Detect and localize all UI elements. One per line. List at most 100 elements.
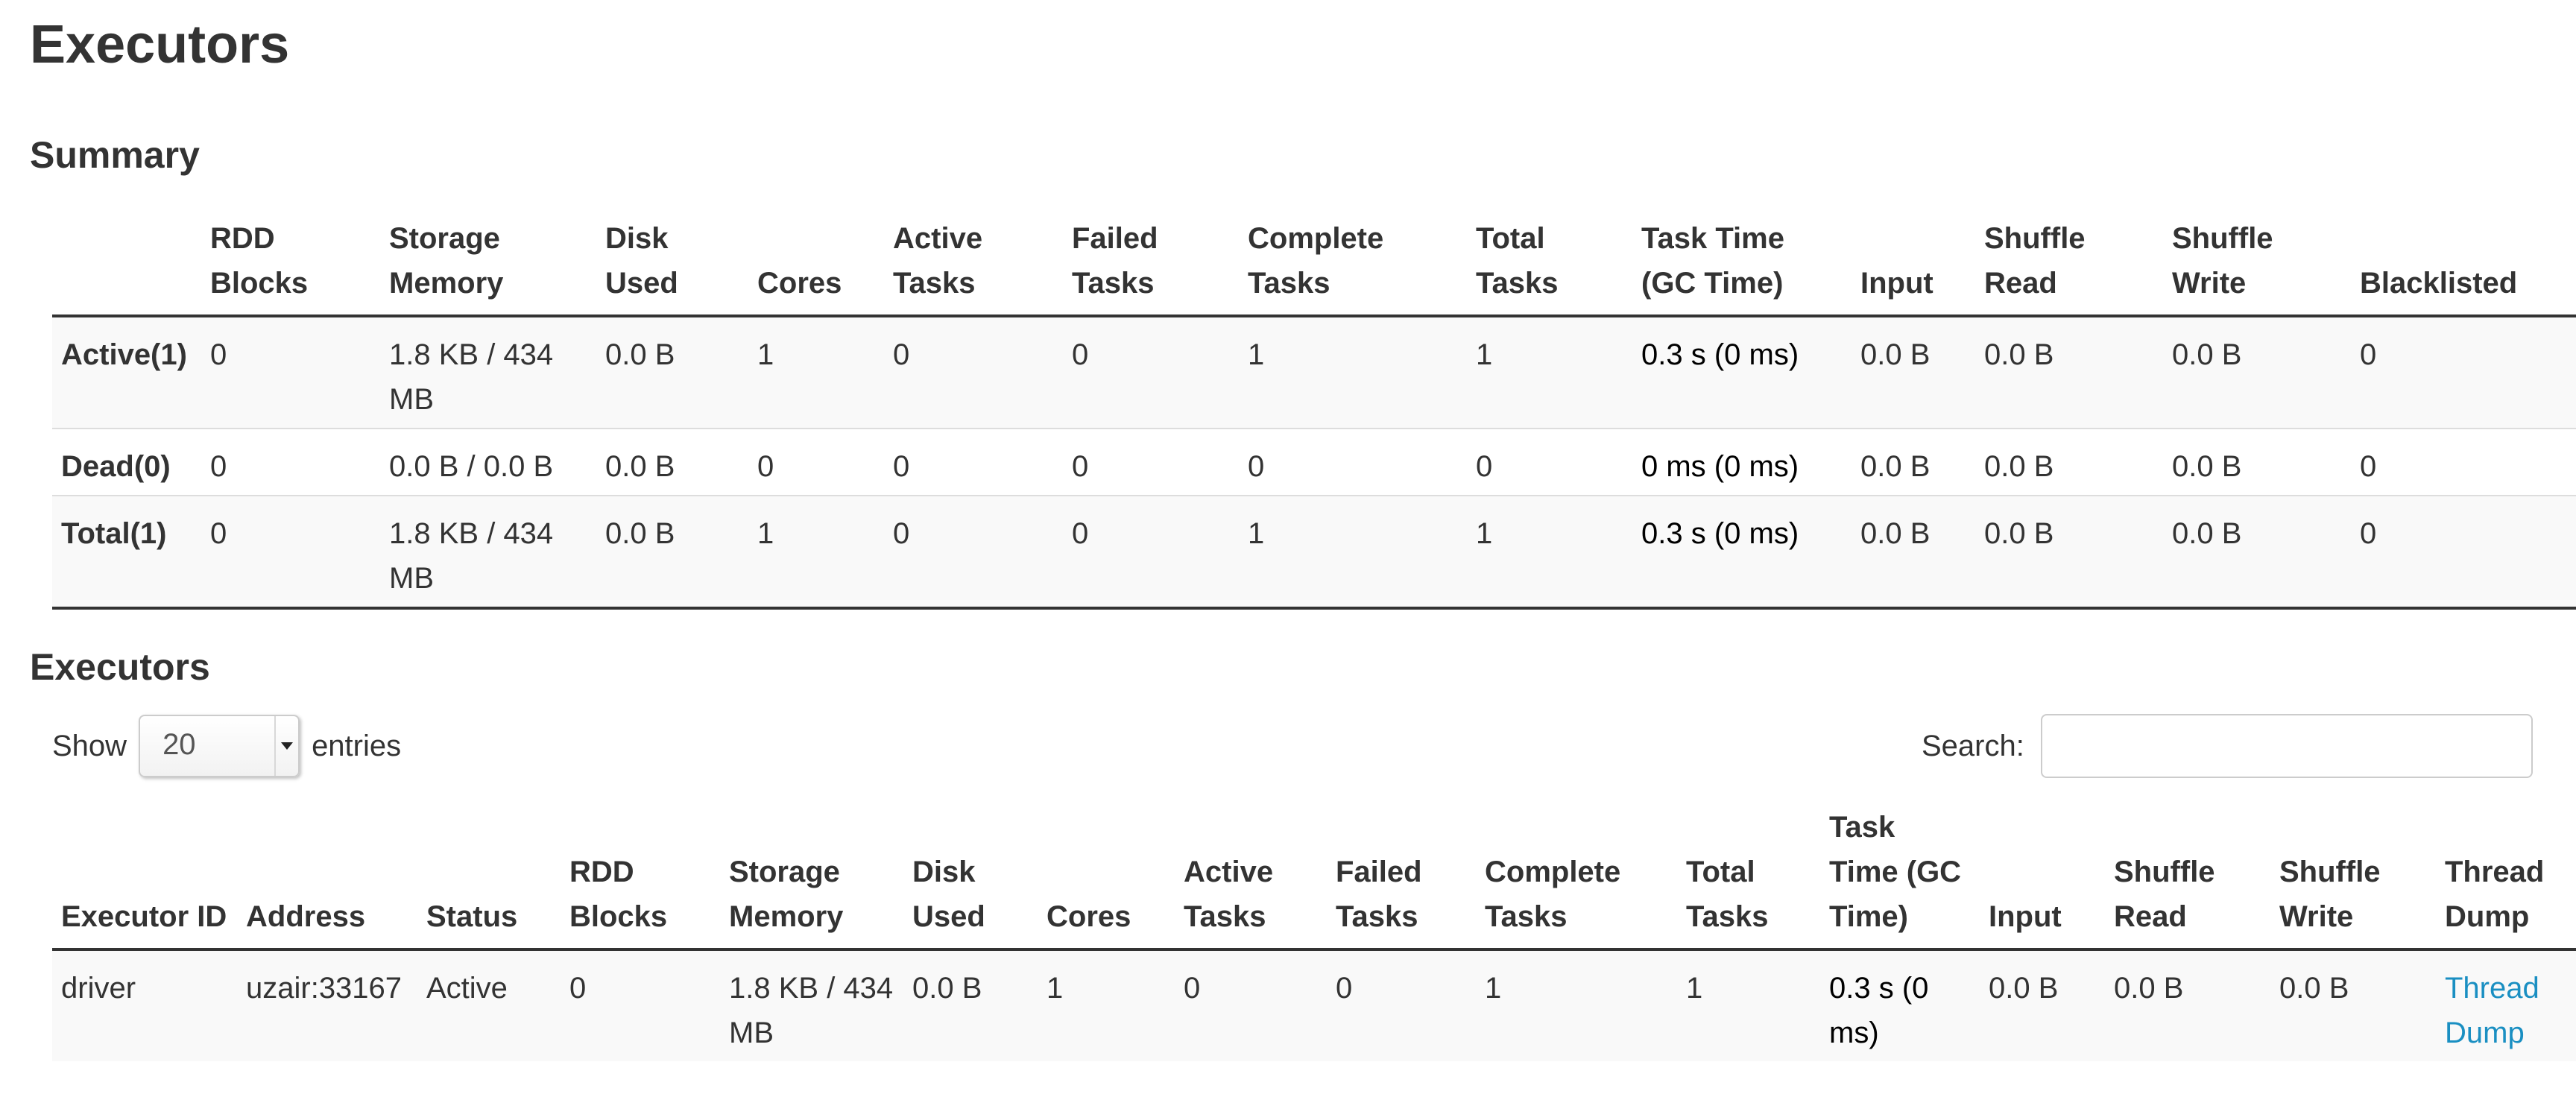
summary-cell: 0	[210, 450, 227, 483]
summary-cell: 0	[210, 338, 227, 371]
summary-row-label: Dead(0)	[61, 450, 171, 483]
summary-cell: 1	[757, 517, 774, 550]
entries-length-control: Show 20 entries	[52, 712, 401, 780]
executors-col-shuffle-read[interactable]: Shuffle Read	[2105, 805, 2270, 949]
executors-col-disk-used[interactable]: Disk Used	[903, 805, 1038, 949]
summary-cell: 0.3 s (0 ms)	[1641, 517, 1799, 550]
executors-col-total-tasks[interactable]: Total Tasks	[1677, 805, 1820, 949]
dropdown-arrow-icon[interactable]	[274, 716, 298, 776]
summary-col-shuffle-write[interactable]: Shuffle Write	[2163, 216, 2351, 316]
executor-row: driver uzair:33167 Active 0 1.8 KB / 434 MB 0…	[52, 949, 2576, 1061]
summary-col-disk-used[interactable]: Disk Used	[596, 216, 748, 316]
executors-col-shuffle-write[interactable]: Shuffle Write	[2270, 805, 2436, 949]
summary-cell: 1	[1248, 517, 1265, 550]
summary-cell: 0.3 s (0 ms)	[1641, 338, 1799, 371]
summary-cell: 0.0 B	[605, 450, 675, 483]
entries-label: entries	[312, 729, 402, 762]
summary-cell: 0	[757, 450, 774, 483]
executor-cell: 0.3 s (0 ms)	[1829, 972, 1929, 1049]
executors-col-rdd-blocks[interactable]: RDD Blocks	[561, 805, 720, 949]
executor-cell: 1	[1686, 972, 1703, 1005]
summary-cell: 0 ms (0 ms)	[1641, 450, 1799, 483]
executor-cell: 0.0 B	[2114, 972, 2184, 1005]
page-title: Executors	[30, 15, 290, 75]
executors-col-complete-tasks[interactable]: Complete Tasks	[1476, 805, 1677, 949]
search-control: Search:	[1922, 712, 2533, 780]
summary-cell: 0	[893, 450, 910, 483]
summary-cell: 1	[1476, 517, 1493, 550]
summary-col-cores[interactable]: Cores	[748, 216, 884, 316]
summary-cell: 0.0 B	[1984, 338, 2054, 371]
summary-cell: 0	[1072, 338, 1089, 371]
summary-cell: 0	[2360, 450, 2377, 483]
summary-cell: 0	[2360, 517, 2377, 550]
summary-cell: 0.0 B / 0.0 B	[389, 450, 554, 483]
executor-cell: 0	[569, 972, 587, 1005]
summary-col-complete-tasks[interactable]: Complete Tasks	[1239, 216, 1467, 316]
executor-cell: uzair:33167	[246, 972, 402, 1005]
executors-page: Executors Summary RDD Blocks Storage Memor…	[0, 0, 2576, 1100]
executors-col-status[interactable]: Status	[417, 805, 561, 949]
executor-cell: Active	[426, 972, 508, 1005]
executor-cell: 1	[1485, 972, 1502, 1005]
executors-col-task-time-gc-time[interactable]: Task Time (GC Time)	[1820, 805, 1980, 949]
summary-cell: 0	[210, 517, 227, 550]
summary-cell: 0.0 B	[1984, 450, 2054, 483]
executors-col-cores[interactable]: Cores	[1038, 805, 1175, 949]
search-input[interactable]	[2040, 714, 2533, 778]
summary-row-label: Active(1)	[61, 338, 187, 371]
executors-table: Executor ID Address Status RDD Blocks Storag…	[52, 805, 2576, 1061]
executors-col-failed-tasks[interactable]: Failed Tasks	[1327, 805, 1476, 949]
executor-cell: 0.0 B	[2279, 972, 2349, 1005]
summary-row-dead: Dead(0) 0 0.0 B / 0.0 B 0.0 B 0 0 0 0 0 0 ms (0 m…	[52, 429, 2576, 496]
summary-col-storage-memory[interactable]: Storage Memory	[380, 216, 596, 316]
executor-cell: 1.8 KB / 434 MB	[729, 972, 894, 1049]
summary-cell: 0	[1476, 450, 1493, 483]
summary-cell: 0.0 B	[1984, 517, 2054, 550]
executor-cell: 0.0 B	[912, 972, 982, 1005]
executors-col-executor-id[interactable]: Executor ID	[52, 805, 237, 949]
thread-dump-link[interactable]: Thread Dump	[2445, 972, 2539, 1049]
summary-cell: 0	[2360, 338, 2377, 371]
thread-dump-cell: Thread Dump	[2436, 949, 2576, 1061]
summary-cell: 0	[1072, 450, 1089, 483]
summary-cell: 1	[1476, 338, 1493, 371]
summary-cell: 0	[893, 517, 910, 550]
search-label: Search:	[1922, 729, 2024, 762]
summary-col-shuffle-read[interactable]: Shuffle Read	[1975, 216, 2163, 316]
summary-heading: Summary	[30, 134, 200, 176]
summary-cell: 0.0 B	[2172, 517, 2242, 550]
summary-col-rdd-blocks[interactable]: RDD Blocks	[201, 216, 380, 316]
summary-cell: 0.0 B	[2172, 450, 2242, 483]
summary-col-blacklisted[interactable]: Blacklisted	[2351, 216, 2576, 316]
summary-col-input[interactable]: Input	[1852, 216, 1975, 316]
executors-col-storage-memory[interactable]: Storage Memory	[720, 805, 903, 949]
summary-row-total: Total(1) 0 1.8 KB / 434 MB 0.0 B 1 0 0 1 1 0.3 s …	[52, 496, 2576, 608]
summary-cell: 0	[1072, 517, 1089, 550]
executors-col-thread-dump[interactable]: Thread Dump	[2436, 805, 2576, 949]
summary-col-active-tasks[interactable]: Active Tasks	[884, 216, 1063, 316]
executors-col-input[interactable]: Input	[1980, 805, 2105, 949]
summary-col-total-tasks[interactable]: Total Tasks	[1467, 216, 1632, 316]
executors-header-row: Executor ID Address Status RDD Blocks Storag…	[52, 805, 2576, 949]
show-label: Show	[52, 729, 127, 762]
summary-cell: 0.0 B	[605, 517, 675, 550]
executors-col-active-tasks[interactable]: Active Tasks	[1175, 805, 1327, 949]
executors-heading: Executors	[30, 646, 210, 688]
summary-table: RDD Blocks Storage Memory Disk Used Cores A…	[52, 216, 2576, 610]
executor-cell: 0	[1184, 972, 1201, 1005]
executor-cell: 0.0 B	[1989, 972, 2059, 1005]
summary-cell: 0.0 B	[1860, 450, 1931, 483]
summary-cell: 0.0 B	[1860, 517, 1931, 550]
summary-cell: 0	[1248, 450, 1265, 483]
entries-select[interactable]: 20	[139, 715, 300, 777]
summary-col-failed-tasks[interactable]: Failed Tasks	[1063, 216, 1239, 316]
summary-col-task-time[interactable]: Task Time (GC Time)	[1632, 216, 1852, 316]
summary-cell: 1	[757, 338, 774, 371]
summary-cell: 1	[1248, 338, 1265, 371]
executors-col-address[interactable]: Address	[237, 805, 417, 949]
summary-col-blank	[52, 216, 201, 316]
executor-cell: 1	[1046, 972, 1064, 1005]
summary-cell: 0.0 B	[605, 338, 675, 371]
summary-row-label: Total(1)	[61, 517, 167, 550]
